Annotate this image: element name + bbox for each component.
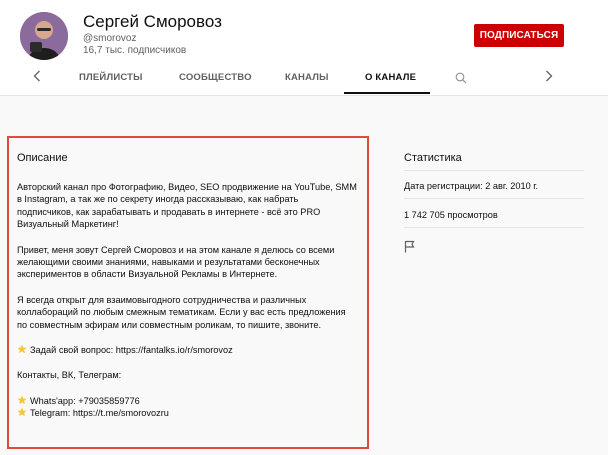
subscriber-count: 16,7 тыс. подписчиков	[83, 45, 187, 56]
flag-icon[interactable]	[404, 240, 416, 253]
chevron-right-icon[interactable]	[542, 68, 556, 84]
subscribe-button[interactable]: ПОДПИСАТЬСЯ	[474, 24, 564, 47]
telegram-link[interactable]: Telegram: https://t.me/smorovozru	[30, 408, 169, 418]
channel-name: Сергей Сморовоз	[83, 12, 222, 31]
contacts-heading: Контакты, ВК, Телеграм:	[17, 370, 122, 381]
ask-question-link[interactable]: Задай свой вопрос: https://fantalks.io/r…	[30, 345, 233, 355]
description-title: Описание	[17, 152, 68, 164]
avatar[interactable]	[20, 12, 68, 60]
description-paragraph: Авторский канал про Фотографию, Видео, S…	[17, 182, 357, 230]
whatsapp-line: Whats'app: +79035859776	[17, 395, 357, 407]
description-paragraph: Я всегда открыт для взаимовыгодного сотр…	[17, 294, 346, 330]
telegram-line: Telegram: https://t.me/smorovozru	[17, 407, 357, 419]
star-icon	[17, 407, 27, 417]
star-icon	[17, 395, 27, 405]
stats-divider	[404, 170, 584, 171]
stats-title: Статистика	[404, 152, 462, 164]
channel-description: Авторский канал про Фотографию, Видео, S…	[17, 181, 357, 420]
view-count: 1 742 705 просмотров	[404, 210, 498, 220]
stats-divider	[404, 227, 584, 228]
search-icon[interactable]	[455, 71, 467, 84]
registration-date: Дата регистрации: 2 авг. 2010 г.	[404, 181, 539, 191]
channel-header: Сергей Сморовоз @smorovoz 16,7 тыс. подп…	[0, 0, 608, 96]
tab-playlists[interactable]: ПЛЕЙЛИСТЫ	[79, 72, 143, 83]
stats-divider	[404, 198, 584, 199]
tab-channels[interactable]: КАНАЛЫ	[285, 72, 329, 83]
chevron-left-icon[interactable]	[30, 68, 44, 84]
tab-about[interactable]: О КАНАЛЕ	[365, 72, 416, 83]
tab-community[interactable]: СООБЩЕСТВО	[179, 72, 252, 83]
description-paragraph: Привет, меня зовут Сергей Сморовоз и на …	[17, 244, 335, 280]
whatsapp-contact[interactable]: Whats'app: +79035859776	[30, 396, 140, 406]
ask-question-line: Задай свой вопрос: https://fantalks.io/r…	[17, 344, 357, 356]
star-icon	[17, 344, 27, 354]
active-tab-indicator	[344, 92, 430, 94]
channel-handle: @smorovoz	[83, 33, 137, 44]
